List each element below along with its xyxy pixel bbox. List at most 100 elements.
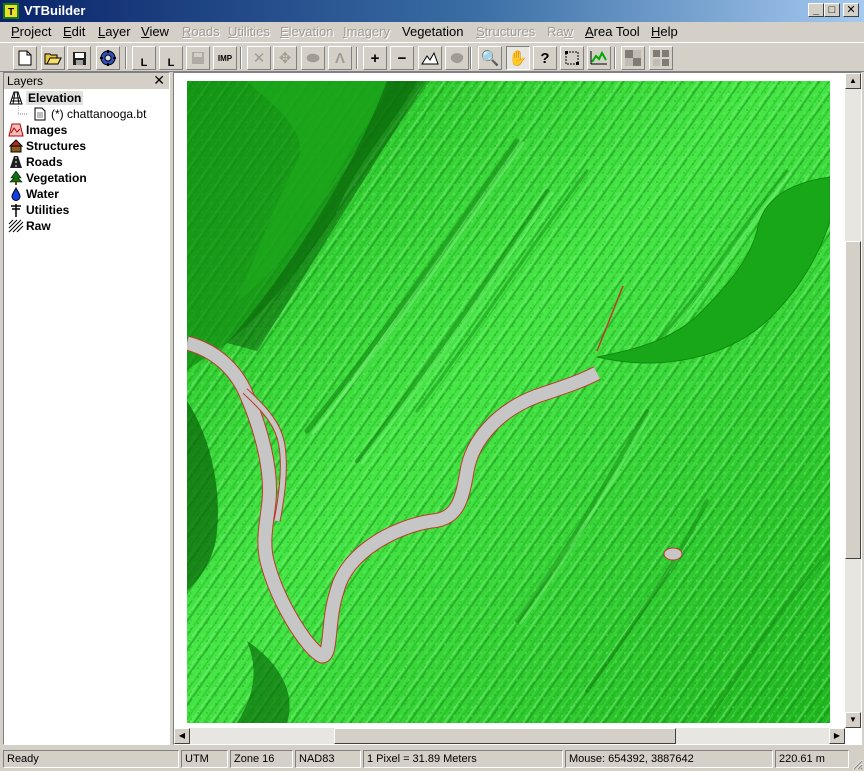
new-layer-button[interactable]: L — [132, 46, 156, 70]
layer-label: Elevation — [26, 91, 84, 105]
minimize-button[interactable]: _ — [808, 3, 824, 17]
elevation-import-button[interactable] — [418, 46, 442, 70]
status-pixel-size: 1 Pixel = 31.89 Meters — [363, 750, 563, 768]
menu-utilities[interactable]: Utilities — [228, 24, 270, 39]
layer-label: Images — [26, 123, 68, 137]
menu-roads[interactable]: Roads — [182, 24, 220, 39]
maximize-icon: □ — [828, 4, 836, 16]
menu-project[interactable]: Project — [11, 24, 51, 39]
open-layer-button[interactable]: L — [159, 46, 183, 70]
water-drop-icon — [8, 186, 26, 202]
open-layer-icon: L — [167, 57, 175, 69]
toolbar-separator — [614, 47, 616, 69]
pan-hand-button[interactable]: ✋ — [506, 46, 530, 70]
ellipse-button[interactable]: ⬬ — [301, 46, 325, 70]
layer-vegetation[interactable]: Vegetation — [8, 170, 87, 186]
layer-structures[interactable]: Structures — [8, 138, 86, 154]
layer-water[interactable]: Water — [8, 186, 59, 202]
scroll-down-button[interactable]: ▼ — [845, 712, 861, 728]
area-select-button[interactable] — [560, 46, 584, 70]
menu-imagery[interactable]: Imagery — [343, 24, 390, 39]
layer-raw[interactable]: Raw — [8, 218, 51, 234]
menu-structures[interactable]: Structures — [476, 24, 535, 39]
resize-grip-icon[interactable] — [851, 758, 863, 770]
peak-button[interactable]: Λ — [328, 46, 352, 70]
menu-elevation[interactable]: Elevation — [280, 24, 333, 39]
status-datum: NAD83 — [295, 750, 361, 768]
horizontal-scrollbar[interactable]: ◀ ▶ — [174, 728, 845, 744]
preferences-button[interactable] — [96, 46, 120, 70]
vertical-scrollbar[interactable]: ▲ ▼ — [845, 73, 861, 728]
zoom-in-icon: + — [370, 49, 380, 67]
road-icon — [8, 154, 26, 170]
menu-view[interactable]: View — [141, 24, 169, 39]
menu-help[interactable]: Help — [651, 24, 678, 39]
maximize-button[interactable]: □ — [824, 3, 840, 17]
new-layer-icon: L — [140, 57, 148, 69]
scroll-right-button[interactable]: ▶ — [829, 728, 845, 744]
raw-hatch-icon — [8, 218, 26, 234]
layer-images[interactable]: Images — [8, 122, 67, 138]
app-icon: T — [3, 3, 19, 19]
vertical-scroll-thumb[interactable] — [845, 241, 861, 559]
scroll-up-button[interactable]: ▲ — [845, 73, 861, 89]
profile-button[interactable] — [587, 46, 611, 70]
layer-roads[interactable]: Roads — [8, 154, 63, 170]
zoom-out-icon: − — [397, 49, 407, 67]
save-layer-icon — [190, 50, 206, 66]
distance-tool-button[interactable]: ? — [533, 46, 557, 70]
sample-layers-icon — [652, 49, 670, 67]
merge-layers-button[interactable] — [621, 46, 645, 70]
layer-label: Vegetation — [26, 171, 87, 185]
status-mouse-coords: Mouse: 654392, 3887642 — [565, 750, 773, 768]
layer-label: Roads — [26, 155, 63, 169]
title-bar[interactable]: T VTBuilder _ □ ✕ — [0, 0, 864, 22]
zoom-out-button[interactable]: − — [390, 46, 414, 70]
menu-bar: Project Edit Layer View Roads Utilities Elevat… — [0, 22, 864, 41]
menu-edit[interactable]: Edit — [63, 24, 85, 39]
status-ready: Ready — [3, 750, 179, 768]
arrow-right-icon: ▶ — [833, 731, 841, 740]
menu-layer[interactable]: Layer — [98, 24, 131, 39]
layer-utilities[interactable]: Utilities — [8, 202, 69, 218]
profile-icon — [590, 50, 608, 66]
delete-button[interactable]: ✕ — [247, 46, 271, 70]
menu-raw[interactable]: Raw — [547, 24, 573, 39]
layer-file-label: (*) chattanooga.bt — [51, 107, 147, 121]
layers-panel-header: Layers ✕ — [4, 72, 169, 89]
power-pole-icon — [8, 202, 26, 218]
save-layer-button[interactable] — [186, 46, 210, 70]
toolbar-separator — [240, 47, 242, 69]
fill-button[interactable] — [445, 46, 469, 70]
close-icon[interactable]: ✕ — [153, 72, 165, 89]
import-button[interactable]: IMP — [213, 46, 237, 70]
new-document-button[interactable] — [13, 46, 37, 70]
menu-area-tool[interactable]: Area Tool — [585, 24, 640, 39]
layer-file-chattanooga[interactable]: (*) chattanooga.bt — [18, 106, 146, 122]
horizontal-scroll-thumb[interactable] — [334, 728, 676, 744]
peak-icon: Λ — [334, 49, 345, 67]
delete-icon: ✕ — [252, 50, 266, 67]
window-title: VTBuilder — [24, 3, 86, 18]
import-icon: IMP — [217, 53, 233, 63]
main-toolbar: L L IMP ✕ ✥ ⬬ Λ + − 🔍 ✋? — [0, 42, 864, 72]
layers-panel: Layers ✕ Elevation Images Structures Roads V… — [3, 72, 170, 745]
open-folder-button[interactable] — [41, 46, 65, 70]
move-button[interactable]: ✥ — [273, 46, 297, 70]
menu-vegetation[interactable]: Vegetation — [402, 24, 463, 39]
close-window-button[interactable]: ✕ — [843, 3, 859, 17]
status-projection: UTM — [181, 750, 228, 768]
save-button[interactable] — [67, 46, 91, 70]
svg-text:T: T — [8, 7, 14, 18]
layer-label: Utilities — [26, 203, 70, 217]
sample-layers-button[interactable] — [649, 46, 673, 70]
zoom-in-button[interactable]: + — [363, 46, 387, 70]
layer-elevation[interactable]: Elevation — [8, 90, 84, 106]
magnifier-button[interactable]: 🔍 — [478, 46, 502, 70]
arrow-down-icon: ▼ — [849, 715, 857, 724]
close-icon: ✕ — [846, 4, 856, 16]
toolbar-separator — [356, 47, 358, 69]
elevation-map[interactable] — [187, 81, 830, 723]
save-icon — [72, 51, 87, 66]
scroll-left-button[interactable]: ◀ — [174, 728, 190, 744]
